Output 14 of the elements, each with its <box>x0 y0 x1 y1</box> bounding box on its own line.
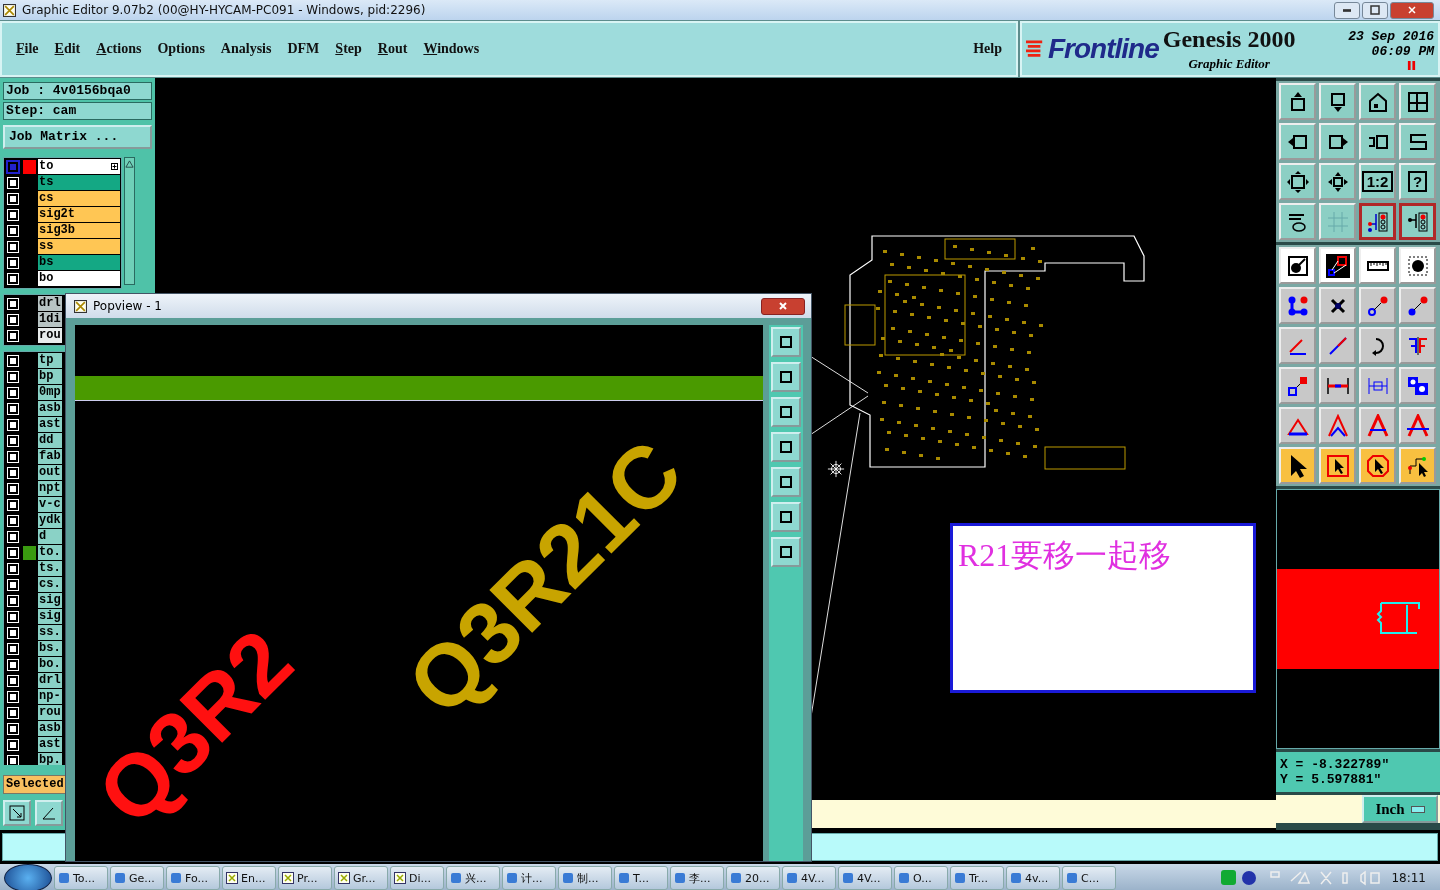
selected-label: Selected <box>3 775 67 794</box>
time-text: 06:09 PM <box>1371 43 1434 59</box>
popview-title: Popview - 1 <box>93 299 162 313</box>
note-text: R21要移一起移 <box>950 523 1256 693</box>
x-coordinate: X = -8.322789" <box>1280 757 1391 772</box>
step-name: Step: cam <box>3 102 152 120</box>
y-coordinate: Y = 5.597881" <box>1280 772 1383 787</box>
brand-logo: Frontline <box>1048 33 1159 65</box>
clock: 18:11 <box>1391 871 1426 885</box>
product-name: Genesis 2000 <box>1162 26 1296 51</box>
product-subtitle: Graphic Editor <box>1188 54 1270 72</box>
date-text: 23 Sep 2016 <box>1348 28 1434 44</box>
window-title: Graphic Editor 9.07b2 (00@HY-HYCAM-PC091 - Windows, pid:2296) <box>22 3 426 17</box>
job-name: Job : 4v0156bqa0 <box>3 82 152 100</box>
